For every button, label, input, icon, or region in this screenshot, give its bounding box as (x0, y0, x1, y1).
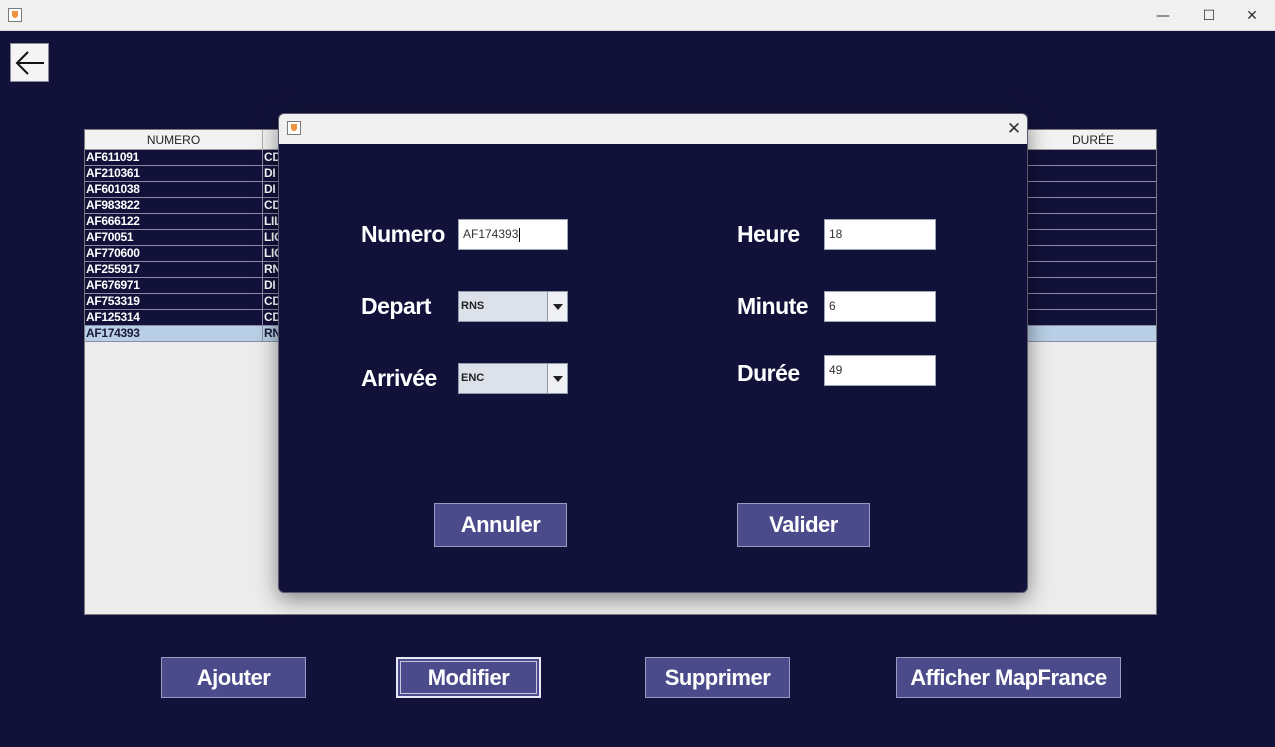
validate-button[interactable]: Valider (737, 503, 870, 547)
window-titlebar: — ☐ ✕ (0, 0, 1275, 31)
minute-label: Minute (737, 293, 809, 319)
cell-numero: AF753319 (85, 294, 263, 310)
cell-numero: AF611091 (85, 150, 263, 166)
minimize-button[interactable]: — (1140, 0, 1186, 31)
chevron-down-icon[interactable] (547, 364, 567, 393)
edit-flight-dialog: ✕ Numero AF174393 Depart RNS Arrivée ENC… (278, 113, 1028, 593)
arrivee-label: Arrivée (361, 365, 437, 391)
duree-field[interactable]: 49 (824, 355, 936, 386)
numero-label: Numero (361, 221, 445, 247)
cell-numero: AF70051 (85, 230, 263, 246)
back-button[interactable] (10, 43, 49, 82)
add-button[interactable]: Ajouter (161, 657, 306, 698)
cell-numero: AF983822 (85, 198, 263, 214)
maximize-button[interactable]: ☐ (1186, 0, 1232, 31)
cell-numero: AF210361 (85, 166, 263, 182)
cell-numero: AF255917 (85, 262, 263, 278)
java-app-icon (8, 8, 22, 22)
cell-numero: AF666122 (85, 214, 263, 230)
chevron-down-icon[interactable] (547, 292, 567, 321)
dialog-close-button[interactable]: ✕ (999, 114, 1027, 144)
close-button[interactable]: ✕ (1229, 0, 1275, 31)
minute-field[interactable]: 6 (824, 291, 936, 322)
column-header-numero[interactable]: NUMERO (85, 130, 263, 150)
delete-button[interactable]: Supprimer (645, 657, 790, 698)
numero-field-value: AF174393 (463, 227, 519, 241)
text-caret (519, 227, 521, 242)
modify-button[interactable]: Modifier (396, 657, 541, 698)
java-app-icon (287, 121, 301, 135)
show-map-button[interactable]: Afficher MapFrance (896, 657, 1121, 698)
cell-numero: AF125314 (85, 310, 263, 326)
cell-numero: AF676971 (85, 278, 263, 294)
dialog-titlebar: ✕ (279, 114, 1027, 144)
arrivee-combobox[interactable]: ENC (458, 363, 568, 394)
cancel-button[interactable]: Annuler (434, 503, 567, 547)
cell-numero: AF174393 (85, 326, 263, 342)
heure-field[interactable]: 18 (824, 219, 936, 250)
duree-label: Durée (737, 360, 800, 386)
heure-label: Heure (737, 221, 800, 247)
depart-combobox[interactable]: RNS (458, 291, 568, 322)
arrow-left-icon (15, 50, 44, 75)
numero-field[interactable]: AF174393 (458, 219, 568, 250)
cell-numero: AF770600 (85, 246, 263, 262)
cell-numero: AF601038 (85, 182, 263, 198)
column-header-duree[interactable]: DURÉE (1030, 130, 1156, 150)
depart-combobox-value: RNS (461, 300, 485, 312)
arrivee-combobox-value: ENC (461, 372, 485, 384)
depart-label: Depart (361, 293, 431, 319)
